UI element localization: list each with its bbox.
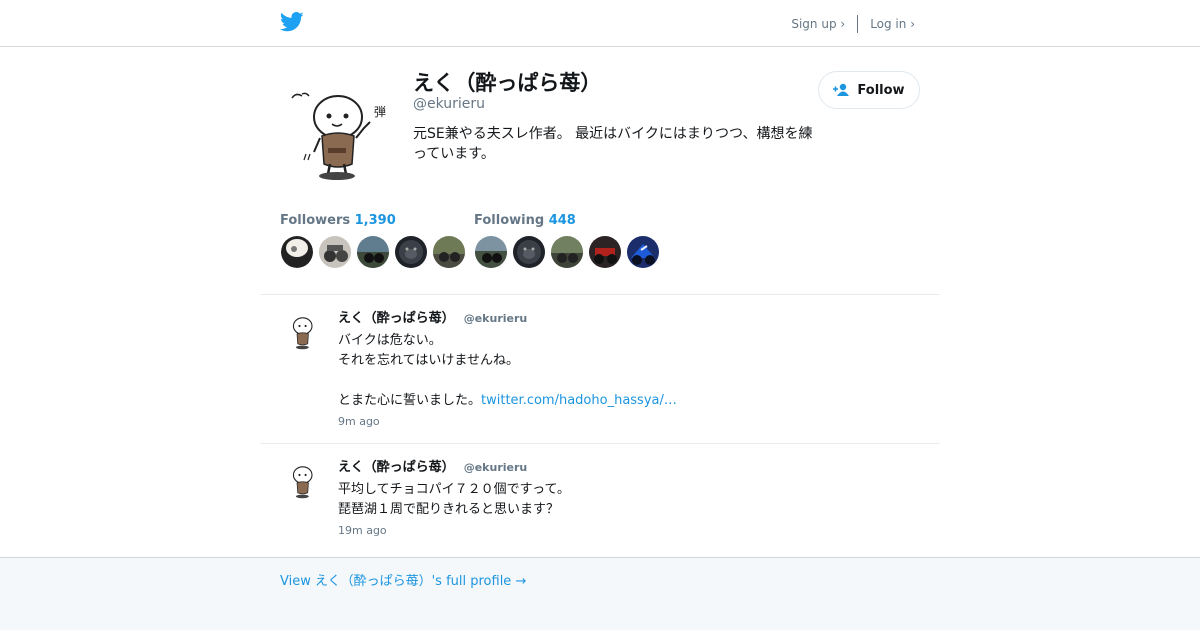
tweet[interactable]: えく（酔っぱら苺） @ekurieru 平均してチョコパイ７２０個ですって。 琵…: [260, 444, 940, 557]
full-profile-link[interactable]: View えく（酔っぱら苺）'s full profile →: [280, 570, 526, 589]
profile-avatar[interactable]: 弾: [280, 72, 392, 184]
follow-button-label: Follow: [857, 82, 905, 98]
tweet-timestamp[interactable]: 19m ago: [338, 524, 387, 537]
tweet-line: 平均してチョコパイ７２０個ですって。: [338, 482, 571, 497]
follower-avatar[interactable]: [357, 236, 389, 268]
followers-count: 1,390: [354, 213, 396, 228]
tweet-line: [338, 371, 677, 391]
tweet-header: えく（酔っぱら苺） @ekurieru: [338, 307, 527, 326]
followers-label: Followers: [280, 213, 351, 228]
tweet-line: バイクは危ない。: [338, 333, 442, 348]
tweet-text: 平均してチョコパイ７２０個ですって。 琵琶湖１周で配りきれると思います？: [338, 480, 570, 520]
twitter-bird-icon[interactable]: [280, 11, 304, 33]
following-avatar[interactable]: [475, 236, 507, 268]
following-avatar[interactable]: [627, 236, 659, 268]
tweet-text: バイクは危ない。 それを忘れてはいけませんね。 とまた心に誓いました。twitt…: [338, 331, 677, 411]
tweet-line: 琵琶湖１周で配りきれると思います？: [338, 502, 560, 517]
login-link[interactable]: Log in ›: [870, 17, 915, 31]
profile-handle: @ekurieru: [413, 96, 486, 112]
profile-name: えく（酔っぱら苺）: [413, 71, 602, 95]
follower-avatar[interactable]: [433, 236, 465, 268]
follower-avatar[interactable]: [281, 236, 313, 268]
tweet-header: えく（酔っぱら苺） @ekurieru: [338, 456, 527, 475]
tweet-avatar[interactable]: [282, 460, 322, 500]
followers-stat[interactable]: Followers 1,390: [280, 213, 396, 228]
following-avatar[interactable]: [589, 236, 621, 268]
follow-button[interactable]: Follow: [818, 71, 920, 109]
tweet[interactable]: えく（酔っぱら苺） @ekurieru バイクは危ない。 それを忘れてはいけませ…: [260, 295, 940, 443]
top-bar: Sign up › Log in ›: [0, 0, 1200, 47]
following-avatar[interactable]: [513, 236, 545, 268]
following-count: 448: [548, 213, 576, 228]
tweet-author-name[interactable]: えく（酔っぱら苺）: [338, 460, 455, 475]
profile-bio: 元SE兼やる夫スレ作者。 最近はバイクにはまりつつ、構想を練っています。: [413, 126, 813, 162]
signup-link[interactable]: Sign up ›: [791, 17, 845, 31]
tweet-timestamp[interactable]: 9m ago: [338, 415, 380, 428]
nav-divider: [857, 15, 859, 33]
follower-avatar[interactable]: [395, 236, 427, 268]
tweet-line: それを忘れてはいけませんね。: [338, 353, 519, 368]
auth-nav: Sign up › Log in ›: [791, 15, 915, 33]
tweet-line-with-link: とまた心に誓いました。twitter.com/hadoho_hassya/…: [338, 393, 677, 408]
tweet-author-name[interactable]: えく（酔っぱら苺）: [338, 311, 455, 326]
following-stat[interactable]: Following 448: [474, 213, 576, 228]
following-label: Following: [474, 213, 545, 228]
tweet-author-handle[interactable]: @ekurieru: [464, 312, 528, 325]
footer-bar: View えく（酔っぱら苺）'s full profile →: [0, 557, 1200, 630]
add-user-icon: [833, 83, 850, 96]
tweet-link[interactable]: twitter.com/hadoho_hassya/…: [481, 393, 677, 408]
tweet-author-handle[interactable]: @ekurieru: [464, 461, 528, 474]
following-avatar[interactable]: [551, 236, 583, 268]
follower-avatar[interactable]: [319, 236, 351, 268]
svg-text:弾: 弾: [374, 105, 386, 119]
tweet-avatar[interactable]: [282, 311, 322, 351]
